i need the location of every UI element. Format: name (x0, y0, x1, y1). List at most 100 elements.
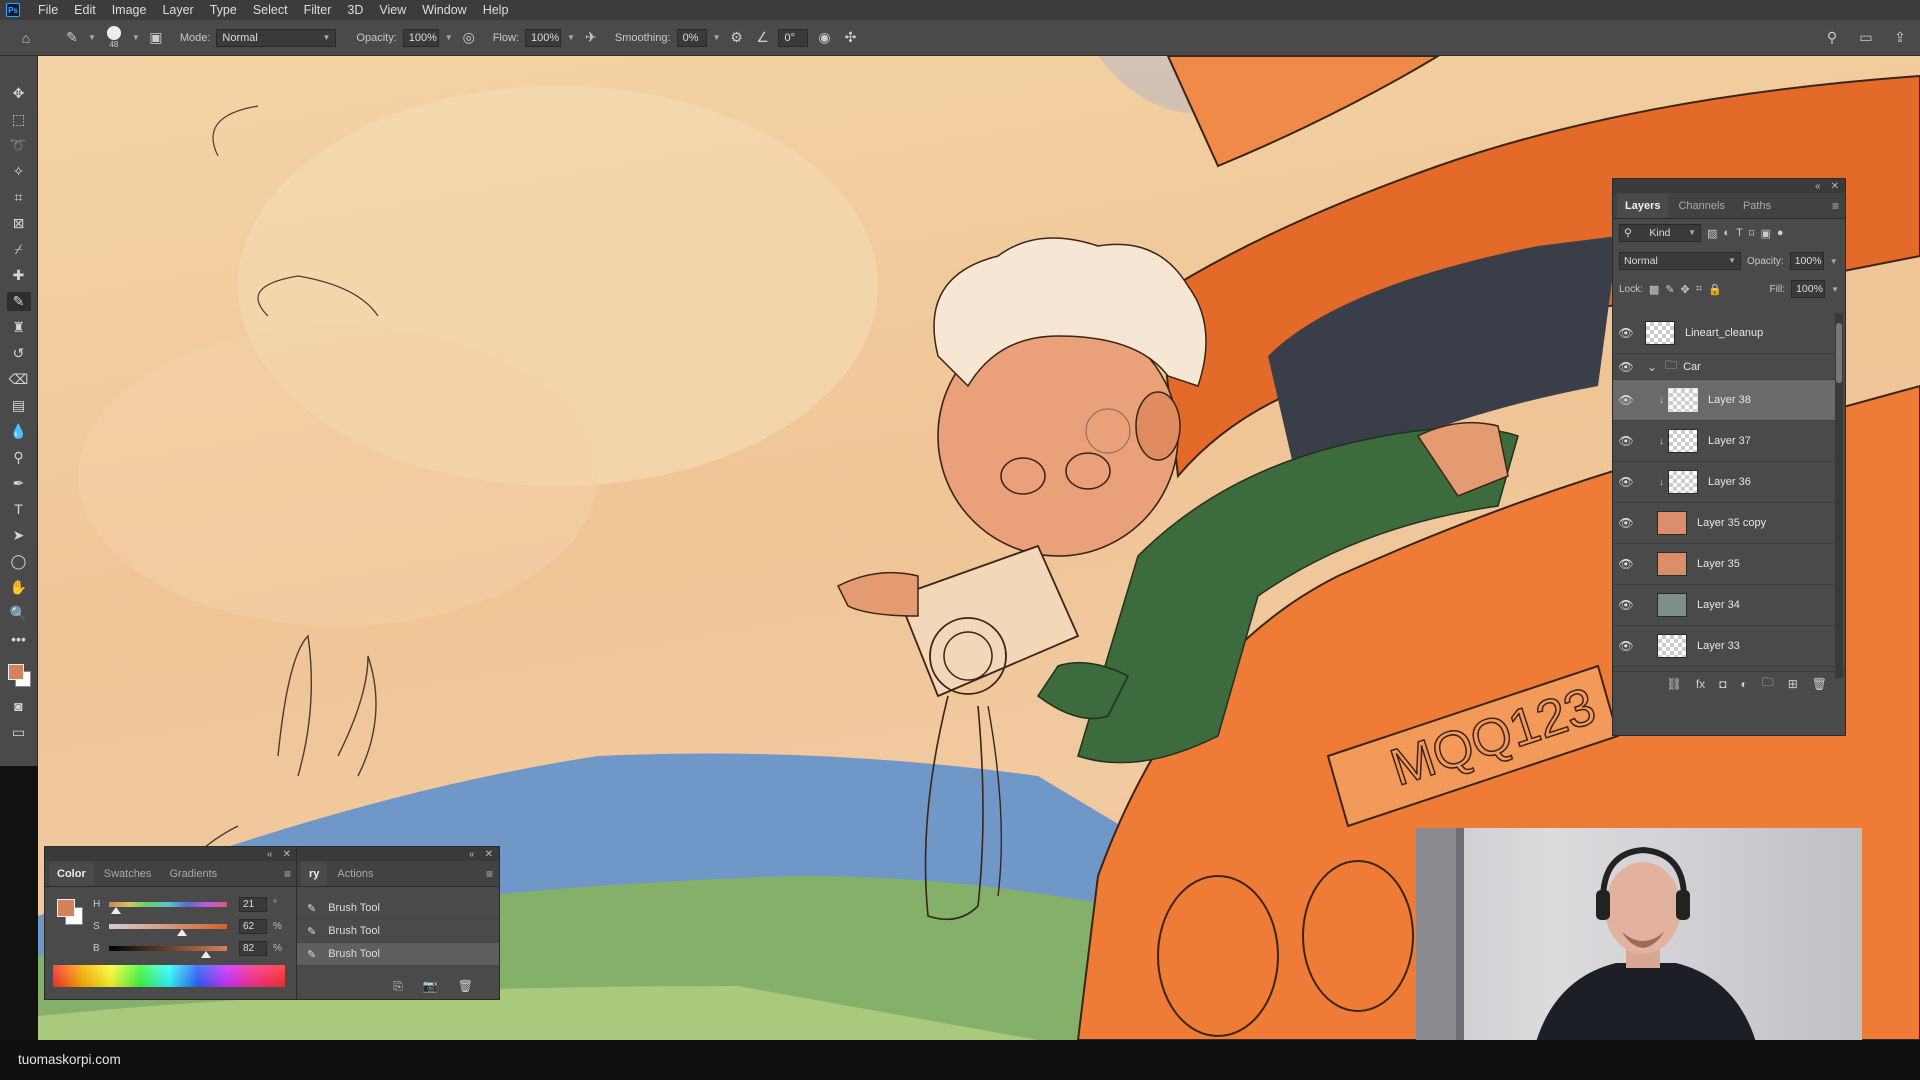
foreground-color-swatch[interactable] (7, 664, 24, 680)
brush-preset-icon[interactable]: ✎ (62, 29, 82, 46)
lock-artboard-icon[interactable]: ⌗ (1696, 283, 1702, 296)
layer-row[interactable]: 👁 Layer 35 copy (1613, 503, 1835, 544)
opacity-input[interactable]: 100% (402, 28, 439, 47)
hue-input[interactable]: 21 (239, 896, 267, 912)
chevron-down-icon[interactable]: ▼ (1830, 257, 1838, 266)
filter-adjustment-icon[interactable]: ◐ (1723, 227, 1730, 239)
visibility-eye-icon[interactable]: 👁 (1613, 557, 1639, 571)
menu-select[interactable]: Select (245, 0, 296, 20)
menu-help[interactable]: Help (475, 0, 517, 20)
frame-tool-icon[interactable]: ⊠ (7, 214, 31, 233)
chevron-down-icon[interactable]: ▼ (445, 33, 453, 42)
filter-kind-select[interactable]: ⚲ Kind ▼ (1619, 224, 1701, 242)
menu-filter[interactable]: Filter (296, 0, 340, 20)
close-icon[interactable]: ✕ (283, 849, 291, 860)
foreground-color-swatch[interactable] (57, 899, 75, 917)
airbrush-icon[interactable]: ✈ (581, 29, 601, 46)
menu-view[interactable]: View (371, 0, 414, 20)
filter-shape-icon[interactable]: ⌑ (1749, 227, 1755, 240)
collapse-icon[interactable]: « (267, 849, 273, 860)
visibility-eye-icon[interactable]: 👁 (1613, 516, 1639, 530)
camera-snapshot-icon[interactable]: 📷 (423, 979, 438, 993)
menu-type[interactable]: Type (202, 0, 245, 20)
marquee-tool-icon[interactable]: ⬚ (7, 110, 31, 129)
close-icon[interactable]: ✕ (485, 849, 493, 860)
smoothing-input[interactable]: 0% (676, 28, 707, 47)
filter-type-icon[interactable]: T (1736, 227, 1743, 239)
pressure-opacity-icon[interactable]: ◎ (459, 29, 479, 46)
dodge-tool-icon[interactable]: ⚲ (7, 448, 31, 467)
visibility-eye-icon[interactable]: 👁 (1613, 639, 1639, 653)
visibility-eye-icon[interactable]: 👁 (1613, 326, 1639, 340)
move-tool-icon[interactable]: ✥ (7, 84, 31, 103)
saturation-knob[interactable] (177, 928, 188, 936)
layer-row[interactable]: 👁 ↓ Layer 37 (1613, 421, 1835, 462)
new-document-from-state-icon[interactable]: ⎘ (393, 979, 403, 994)
layer-opacity-input[interactable]: 100% (1789, 252, 1824, 270)
link-layers-icon[interactable]: ⛓ (1667, 677, 1682, 691)
history-brush-tool-icon[interactable]: ↺ (7, 344, 31, 363)
screen-mode-icon[interactable]: ▭ (7, 723, 31, 742)
layer-row[interactable]: 👁 Lineart_cleanup (1613, 313, 1835, 354)
fill-input[interactable]: 100% (1791, 280, 1826, 298)
layer-row[interactable]: 👁 ↓ Layer 36 (1613, 462, 1835, 503)
collapse-icon[interactable]: « (469, 849, 475, 860)
filter-smart-object-icon[interactable]: ▣ (1760, 227, 1770, 240)
layer-row[interactable]: 👁 ↓ Layer 38 (1613, 380, 1835, 421)
menu-window[interactable]: Window (414, 0, 474, 20)
chevron-down-icon[interactable]: ▼ (567, 33, 575, 42)
chevron-down-icon[interactable]: ⌄ (1647, 360, 1657, 374)
flow-input[interactable]: 100% (524, 28, 561, 47)
panel-menu-icon[interactable]: ≡ (1832, 199, 1839, 213)
quick-mask-icon[interactable]: ◙ (7, 697, 31, 716)
eraser-tool-icon[interactable]: ⌫ (7, 370, 31, 389)
history-item[interactable]: ✎ Brush Tool (297, 943, 499, 966)
menu-layer[interactable]: Layer (154, 0, 201, 20)
brightness-slider[interactable] (109, 945, 227, 958)
tab-channels[interactable]: Channels (1670, 194, 1732, 218)
hue-knob[interactable] (111, 906, 122, 914)
trash-icon[interactable]: 🗑 (1812, 677, 1827, 691)
tab-paths[interactable]: Paths (1735, 194, 1779, 218)
filter-pixel-icon[interactable]: ▨ (1707, 227, 1717, 240)
menu-3d[interactable]: 3D (339, 0, 371, 20)
angle-input[interactable]: 0° (778, 28, 809, 47)
pressure-size-icon[interactable]: ◉ (814, 29, 834, 46)
layer-style-icon[interactable]: fx (1696, 677, 1705, 691)
lock-transparency-icon[interactable]: ▩ (1649, 283, 1659, 296)
tab-color[interactable]: Color (49, 862, 94, 886)
saturation-slider[interactable] (109, 923, 227, 936)
blend-mode-select[interactable]: Normal ▼ (1619, 252, 1741, 270)
layer-row[interactable]: 👁 Layer 34 (1613, 585, 1835, 626)
new-group-icon[interactable]: 🗀 (1762, 673, 1774, 694)
visibility-eye-icon[interactable]: 👁 (1613, 360, 1639, 374)
close-icon[interactable]: ✕ (1831, 181, 1839, 192)
pen-tool-icon[interactable]: ✒ (7, 474, 31, 493)
lock-all-icon[interactable]: 🔒 (1708, 283, 1722, 296)
hue-slider[interactable] (109, 901, 227, 914)
history-item[interactable]: ✎ Brush Tool (297, 897, 499, 920)
gradient-tool-icon[interactable]: ▤ (7, 396, 31, 415)
photoshop-logo-icon[interactable]: Ps (6, 3, 20, 17)
tab-history[interactable]: ry (301, 862, 328, 886)
gear-icon[interactable]: ⚙ (726, 29, 746, 46)
type-tool-icon[interactable]: T (7, 500, 31, 519)
chevron-down-icon[interactable]: ▼ (88, 33, 96, 42)
layer-row[interactable]: 👁 Layer 35 (1613, 544, 1835, 585)
blur-tool-icon[interactable]: 💧 (7, 422, 31, 441)
filter-toggle-icon[interactable]: ● (1777, 227, 1784, 239)
visibility-eye-icon[interactable]: 👁 (1613, 393, 1639, 407)
lock-position-icon[interactable]: ✥ (1681, 283, 1690, 296)
path-selection-tool-icon[interactable]: ➤ (7, 526, 31, 545)
add-mask-icon[interactable]: ◘ (1719, 677, 1726, 691)
layers-scrollbar[interactable] (1835, 313, 1843, 678)
tab-actions[interactable]: Actions (329, 862, 381, 886)
more-tools-icon[interactable]: ••• (7, 630, 31, 649)
menu-edit[interactable]: Edit (66, 0, 104, 20)
hand-tool-icon[interactable]: ✋ (7, 578, 31, 597)
zoom-tool-icon[interactable]: 🔍 (7, 604, 31, 623)
visibility-eye-icon[interactable]: 👁 (1613, 475, 1639, 489)
collapse-icon[interactable]: « (1815, 181, 1821, 192)
symmetry-icon[interactable]: ✣ (840, 29, 860, 46)
chevron-down-icon[interactable]: ▼ (132, 33, 140, 42)
